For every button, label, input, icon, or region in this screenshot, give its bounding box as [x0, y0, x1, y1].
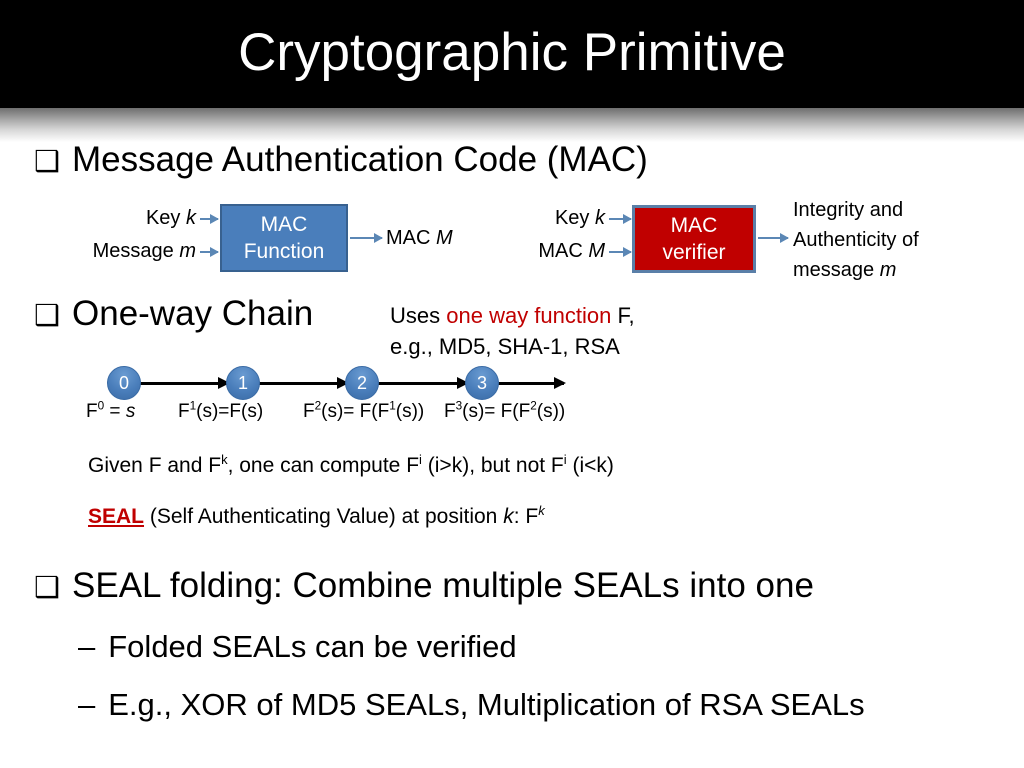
bullet-seal-folding-label: SEAL folding: Combine multiple SEALs int…: [72, 566, 814, 605]
mac-input-message: Message m: [40, 238, 196, 264]
verifier-input-mac-var: M: [588, 240, 605, 262]
chain-label-2-rest2: (s)): [395, 401, 425, 422]
chain-label-1: F1(s)=F(s): [178, 400, 263, 424]
chain-label-1-rest: (s)=F(s): [196, 401, 264, 422]
verifier-output-line3: message m: [793, 257, 896, 283]
chain-given-pre: Given F and F: [88, 454, 222, 477]
dash-bullet-icon: –: [78, 629, 96, 664]
arrow-message-to-mac-function: [200, 247, 219, 257]
one-way-note-post: F,: [611, 303, 635, 328]
arrow-mac-to-verifier: [609, 247, 632, 257]
verifier-output-line3-var: m: [879, 259, 897, 281]
verifier-input-key-var: k: [595, 207, 605, 229]
mac-function-box-line1: MAC: [260, 213, 308, 236]
verifier-output-line3-text: message: [793, 259, 875, 281]
chain-label-3-fn: F: [444, 401, 456, 422]
chain-node-3: 3: [465, 366, 499, 400]
seal-position-var: k: [503, 505, 514, 528]
one-way-note-highlight: one way function: [446, 303, 612, 328]
seal-definition-sup: k: [538, 503, 545, 518]
chain-label-0-fn: F: [86, 401, 98, 422]
title-gradient-divider: [0, 108, 1024, 142]
bullet-one-way-chain-label: One-way Chain: [72, 294, 314, 333]
seal-definition: SEAL (Self Authenticating Value) at posi…: [88, 503, 545, 531]
seal-definition-post: : F: [513, 505, 539, 528]
one-way-note-line2: e.g., MD5, SHA-1, RSA: [390, 334, 620, 359]
chain-arrow-0-1: [140, 377, 230, 389]
dash-bullet-icon-2: –: [78, 687, 96, 722]
arrow-mac-function-output: [350, 233, 383, 243]
verifier-output-line1: Integrity and: [793, 199, 904, 221]
mac-input-key: Key k: [60, 205, 196, 231]
arrow-key-to-mac-function: [200, 214, 219, 224]
chain-label-2-fn: F: [303, 401, 315, 422]
sub-bullet-eg: – E.g., XOR of MD5 SEALs, Multiplication…: [78, 687, 865, 723]
one-way-note-line1: Uses one way function F,: [390, 300, 635, 331]
chain-label-3-rest: (s)= F(F: [462, 401, 531, 422]
mac-output-var: M: [436, 227, 453, 249]
square-bullet-icon: ❑: [34, 146, 60, 178]
chain-label-3-rest2: (s)): [536, 401, 566, 422]
mac-verifier-box: MAC verifier: [632, 205, 756, 273]
mac-input-key-var: k: [186, 207, 196, 229]
arrow-key-to-verifier: [609, 214, 632, 224]
page-title: Cryptographic Primitive: [238, 23, 786, 82]
sub-bullet-folded-seals: – Folded SEALs can be verified: [78, 629, 517, 665]
chain-label-2-rest: (s)= F(F: [321, 401, 390, 422]
seal-keyword: SEAL: [88, 505, 145, 528]
bullet-mac-label: Message Authentication Code (MAC): [72, 140, 648, 179]
mac-output-label: MAC M: [386, 225, 453, 251]
mac-input-message-var: m: [179, 240, 196, 262]
chain-arrow-2-3: [378, 377, 469, 389]
chain-given-mid: , one can compute F: [227, 454, 420, 477]
verifier-input-mac: MAC M: [500, 238, 605, 264]
square-bullet-icon-3: ❑: [34, 572, 60, 604]
arrow-verifier-output: [758, 233, 789, 243]
chain-label-1-fn: F: [178, 401, 190, 422]
chain-label-0-rest: =: [104, 401, 126, 422]
chain-node-1: 1: [226, 366, 260, 400]
sub-bullet-folded-seals-label: Folded SEALs can be verified: [108, 629, 517, 664]
verifier-input-key-text: Key: [554, 207, 590, 229]
square-bullet-icon-2: ❑: [34, 300, 60, 332]
mac-verifier-box-line1: MAC: [670, 214, 718, 237]
chain-label-3: F3(s)= F(F2(s)): [444, 400, 565, 424]
mac-verifier-box-line2: verifier: [662, 241, 726, 264]
sub-bullet-eg-label: E.g., XOR of MD5 SEALs, Multiplication o…: [108, 687, 865, 722]
one-way-note-pre: Uses: [390, 303, 447, 328]
chain-arrow-1-2: [259, 377, 349, 389]
chain-label-0: F0 = s: [86, 400, 135, 424]
bullet-mac: ❑ Message Authentication Code (MAC): [34, 140, 648, 182]
bullet-one-way-chain: ❑ One-way Chain: [34, 294, 313, 336]
verifier-input-key: Key k: [500, 205, 605, 231]
bullet-seal-folding: ❑ SEAL folding: Combine multiple SEALs i…: [34, 566, 814, 608]
mac-output-label-text: MAC: [386, 227, 431, 249]
chain-given-end: (i<k): [566, 454, 614, 477]
mac-function-box-line2: Function: [243, 240, 325, 263]
chain-arrow-3-end: [498, 377, 566, 389]
chain-given-statement: Given F and Fk, one can compute Fi (i>k)…: [88, 452, 614, 480]
seal-definition-pre: (Self Authenticating Value) at position: [144, 505, 504, 528]
mac-input-message-text: Message: [92, 240, 174, 262]
mac-input-key-text: Key: [145, 207, 181, 229]
mac-function-box: MAC Function: [220, 204, 348, 272]
verifier-input-mac-text: MAC: [538, 240, 583, 262]
chain-node-0: 0: [107, 366, 141, 400]
chain-label-0-ital: s: [125, 401, 136, 422]
chain-node-2: 2: [345, 366, 379, 400]
chain-given-mid2: (i>k), but not F: [421, 454, 564, 477]
verifier-output-line2: Authenticity of: [793, 229, 919, 251]
chain-label-2: F2(s)= F(F1(s)): [303, 400, 424, 424]
